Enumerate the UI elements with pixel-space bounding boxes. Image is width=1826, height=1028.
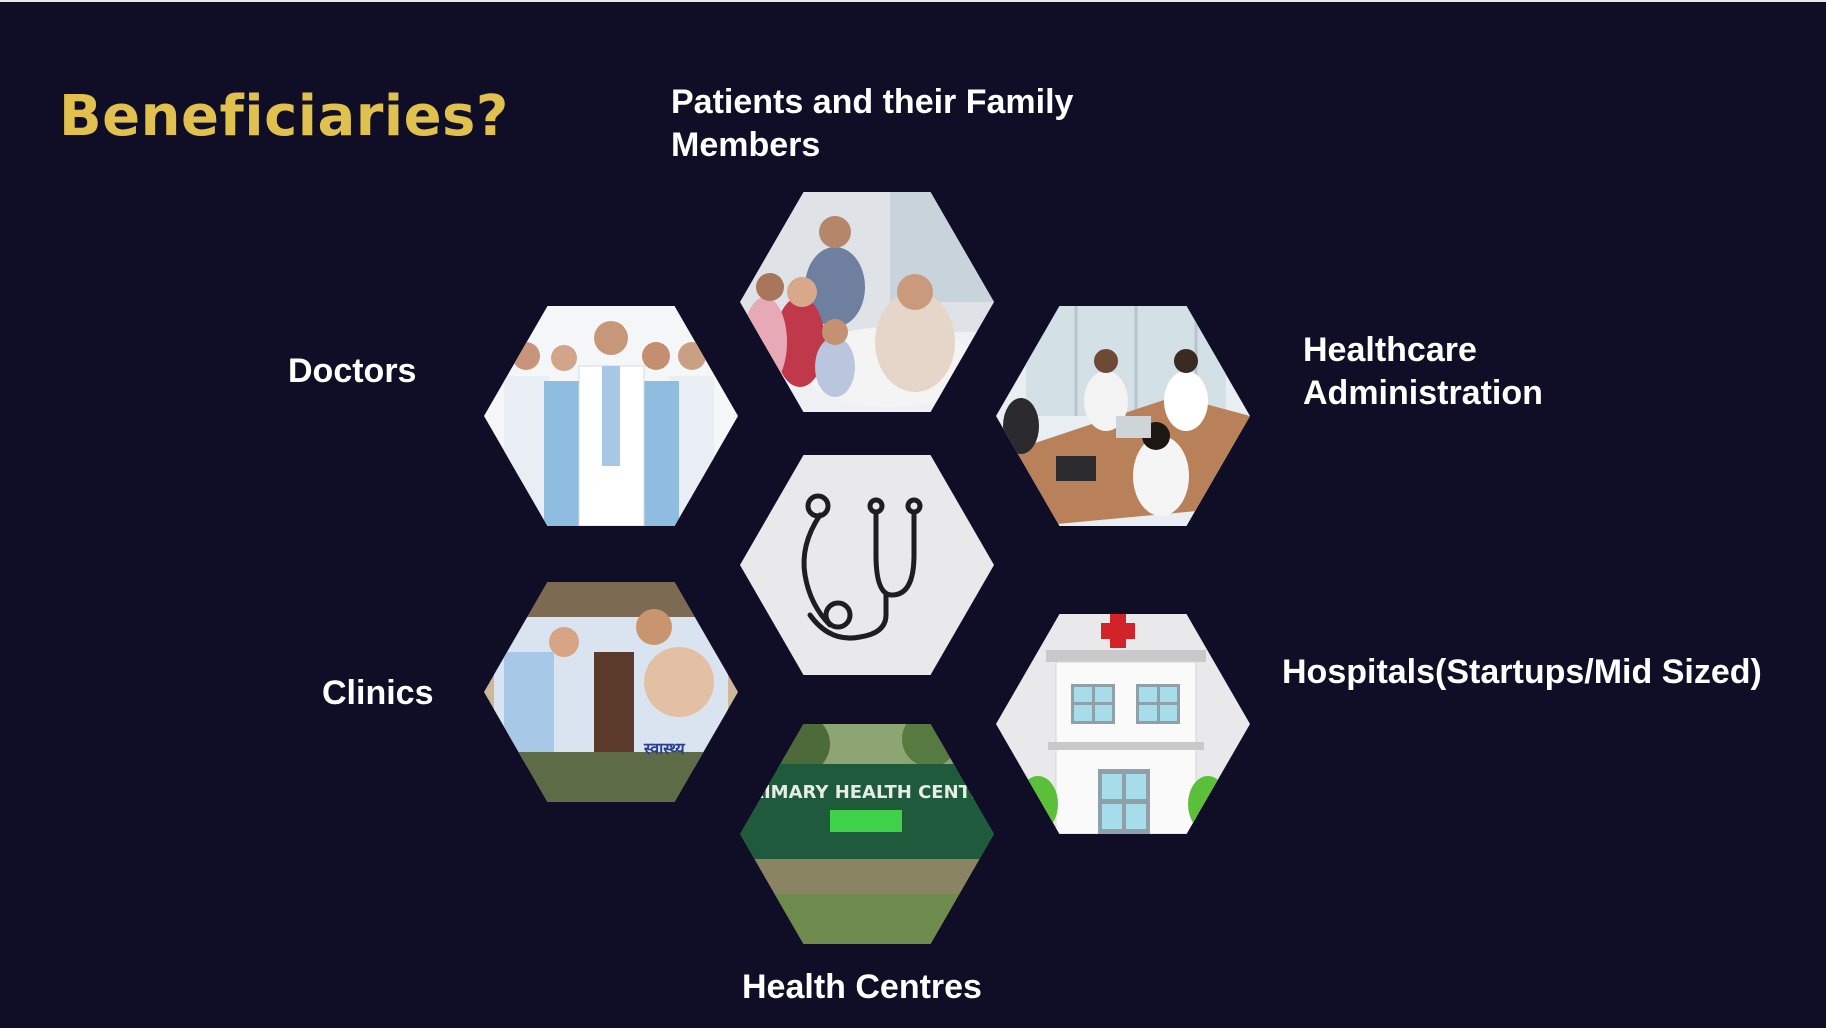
label-admin-line2: Administration [1303, 374, 1543, 412]
label-hospitals: Hospitals(Startups/Mid Sized) [1282, 653, 1762, 691]
hex-administration-photo [996, 306, 1250, 526]
label-patients-line2: Members [671, 126, 821, 164]
label-patients-line1: Patients and their Family [671, 83, 1074, 121]
hex-hospital [996, 614, 1250, 834]
hex-patients-family-photo [740, 192, 994, 412]
doctors-illustration [484, 306, 738, 526]
clinic-poster-text: स्वास्थ्य [643, 739, 685, 758]
health-centre-sign-text: PRIMARY HEALTH CENTRE [740, 782, 994, 803]
stethoscope-icon [801, 493, 923, 641]
hex-doctors-photo [484, 306, 738, 526]
hex-stethoscope [740, 455, 994, 675]
patients-family-illustration [740, 192, 994, 412]
label-doctors: Doctors [288, 352, 417, 390]
meeting-illustration [996, 306, 1250, 526]
hex-health-centre-photo: PRIMARY HEALTH CENTRE [740, 724, 994, 944]
label-healthcare-administration: Healthcare Administration [1303, 329, 1543, 415]
label-health-centres: Health Centres [742, 968, 982, 1006]
hospital-icon [1018, 614, 1228, 834]
health-centre-illustration: PRIMARY HEALTH CENTRE [740, 724, 994, 944]
top-edge-line [0, 0, 1826, 2]
hex-clinics-photo: स्वास्थ्य [484, 582, 738, 802]
label-clinics: Clinics [322, 674, 434, 712]
clinic-illustration: स्वास्थ्य [484, 582, 738, 802]
label-admin-line1: Healthcare [1303, 331, 1477, 369]
label-patients: Patients and their Family Members [671, 81, 1073, 167]
slide-title: Beneficiaries? [59, 84, 509, 149]
